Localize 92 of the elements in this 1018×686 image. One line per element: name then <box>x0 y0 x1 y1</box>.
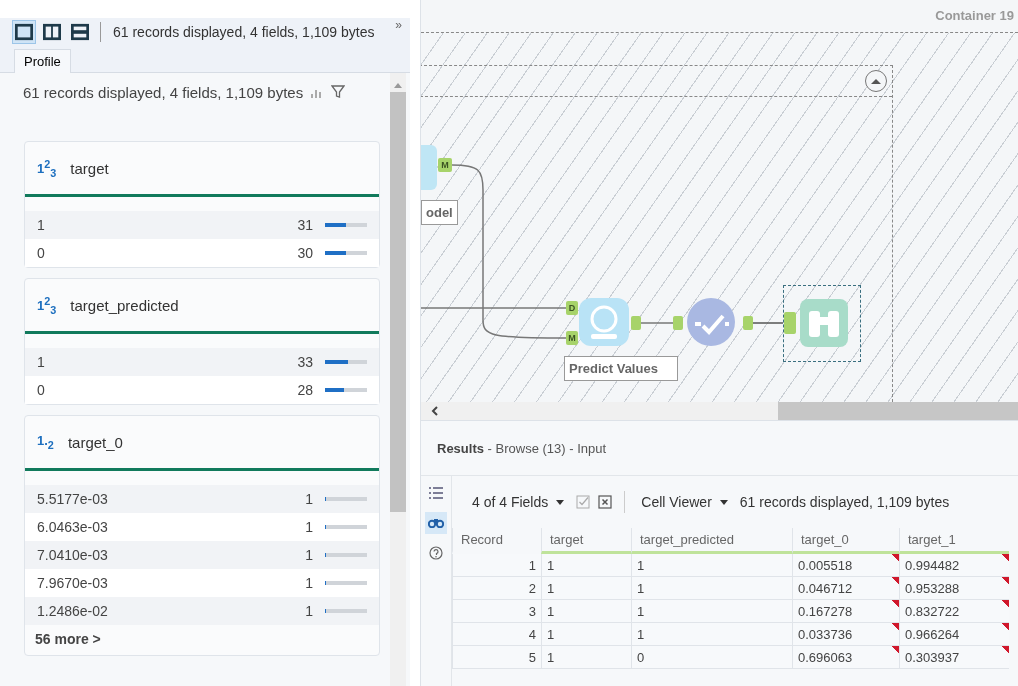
clear-box-icon[interactable] <box>598 495 613 509</box>
checkbox-icon[interactable] <box>576 495 591 509</box>
scrollbar-thumb[interactable] <box>390 92 406 512</box>
input-port[interactable] <box>784 312 796 334</box>
table-cell: 0.005518 <box>792 554 899 577</box>
scroll-left-icon[interactable] <box>431 406 439 416</box>
value-count: 1 <box>304 603 313 619</box>
table-cell: 0.832722 <box>899 600 1009 623</box>
table-cell: 1 <box>631 600 792 623</box>
numeric-type-label: 1.$_{2}$ <box>37 433 54 451</box>
layout-button[interactable] <box>12 20 36 44</box>
fields-dropdown[interactable]: 4 of 4 Fields <box>468 494 569 510</box>
value-label: 1 <box>37 354 46 370</box>
value-label: 1 <box>37 217 46 233</box>
chevron-up-icon <box>871 78 881 84</box>
input-port[interactable] <box>673 316 683 330</box>
table-cell: 1 <box>631 554 792 577</box>
table-cell: 1 <box>631 623 792 646</box>
model-output-port[interactable]: M <box>438 158 452 172</box>
results-summary: 61 records displayed, 1,109 bytes <box>739 494 950 510</box>
value-count: 28 <box>296 382 313 398</box>
profile-tab[interactable]: Profile <box>14 49 71 73</box>
table-cell: 1 <box>541 623 631 646</box>
value-label: 6.0463e-03 <box>37 519 109 535</box>
caret-icon <box>719 499 728 505</box>
binoculars-icon <box>428 518 444 528</box>
crystal-ball-tool-icon[interactable] <box>579 298 629 346</box>
value-count: 31 <box>296 217 313 233</box>
table-cell: 1 <box>541 577 631 600</box>
table-cell: 1 <box>541 554 631 577</box>
model-input-port[interactable]: M <box>566 331 578 345</box>
table-cell: 0.303937 <box>899 646 1009 669</box>
record-number: 4 <box>452 623 541 646</box>
value-count: 1 <box>304 547 313 563</box>
selected-tool-frame[interactable] <box>783 285 861 362</box>
single-pane-layout-icon <box>15 23 33 41</box>
table-cell: 0 <box>631 646 792 669</box>
records-summary: 61 records displayed, 4 fields, 1,109 bytes <box>113 24 375 40</box>
field-name: target_0 <box>67 433 123 451</box>
table-cell: 0.994482 <box>899 554 1009 577</box>
field-name: target_predicted <box>70 296 179 314</box>
record-number: 5 <box>452 646 541 669</box>
browse-view-button[interactable] <box>425 512 447 534</box>
scroll-up-icon[interactable] <box>394 83 402 88</box>
more-link[interactable]: 56 more > <box>25 625 379 655</box>
table-cell: 0.167278 <box>792 600 899 623</box>
table-cell: 0.953288 <box>899 577 1009 600</box>
cell-viewer-dropdown[interactable]: Cell Viewer <box>637 494 732 510</box>
table-cell: 1 <box>541 600 631 623</box>
value-count: 33 <box>296 354 313 370</box>
data-input-port[interactable]: D <box>566 301 578 315</box>
value-count: 1 <box>304 519 313 535</box>
help-icon <box>429 546 443 560</box>
value-label: 1.2486e-02 <box>37 603 109 619</box>
horizontal-scrollbar[interactable] <box>421 402 1018 420</box>
value-label: 7.0410e-03 <box>37 547 109 563</box>
tool-label: odel <box>421 200 458 225</box>
caret-icon <box>556 499 565 505</box>
value-count: 30 <box>296 245 313 261</box>
table-cell: 0.046712 <box>792 577 899 600</box>
scrollbar-thumb[interactable] <box>778 402 1018 420</box>
table-cell: 0.966264 <box>899 623 1009 646</box>
value-count: 1 <box>304 575 313 591</box>
filter-icon[interactable] <box>331 85 346 99</box>
results-title: Results - Browse (13) - Input <box>437 440 607 456</box>
value-count: 1 <box>304 491 313 507</box>
value-label: 5.5177e-03 <box>37 491 109 507</box>
container-title: Container 19 <box>935 8 1014 23</box>
value-label: 0 <box>37 382 46 398</box>
value-label: 0 <box>37 245 46 261</box>
vertical-scrollbar[interactable] <box>390 73 406 686</box>
field-name: target <box>70 159 109 177</box>
list-icon <box>429 487 443 499</box>
collapse-button[interactable] <box>865 70 887 92</box>
tool-label: Predict Values <box>564 356 678 381</box>
model-tool-node[interactable] <box>421 145 437 190</box>
overflow-button[interactable]: » <box>395 18 402 32</box>
output-port[interactable] <box>743 316 753 330</box>
table-cell: 1 <box>541 646 631 669</box>
table-cell: 0.696063 <box>792 646 899 669</box>
record-number: 2 <box>452 577 541 600</box>
split-rows-layout-icon <box>71 23 89 41</box>
connector-line <box>640 322 674 324</box>
checkmark-tool-icon[interactable] <box>687 298 735 346</box>
value-label: 7.9670e-03 <box>37 575 109 591</box>
table-cell: 0.033736 <box>792 623 899 646</box>
record-number: 3 <box>452 600 541 623</box>
table-cell: 1 <box>631 577 792 600</box>
profile-summary: 61 records displayed, 4 fields, 1,109 bytes <box>23 83 304 101</box>
split-columns-layout-icon <box>43 23 61 41</box>
record-number: 1 <box>452 554 541 577</box>
connector-line <box>752 322 784 324</box>
